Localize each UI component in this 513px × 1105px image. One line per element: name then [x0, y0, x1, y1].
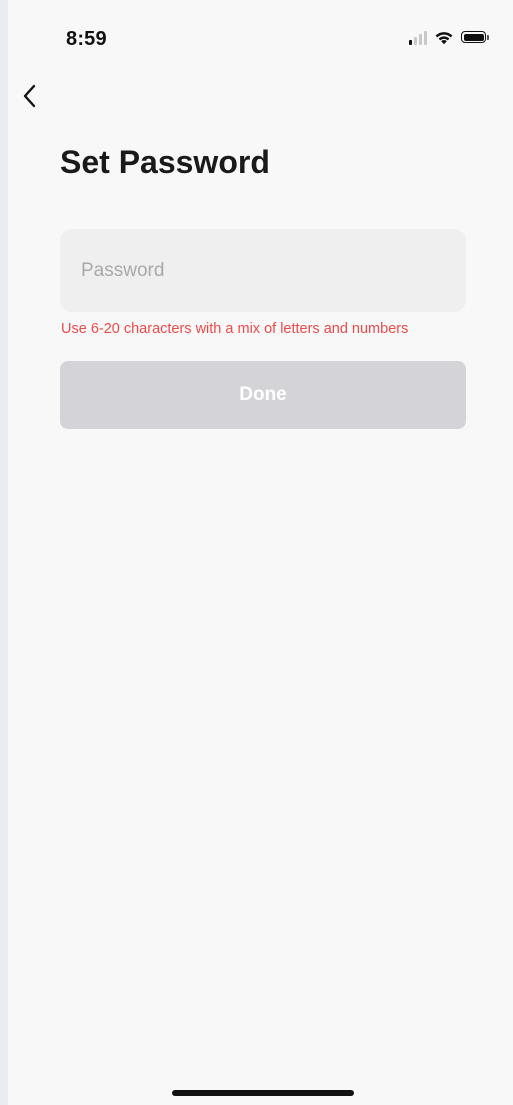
home-indicator	[172, 1090, 354, 1096]
app-screen: 8:59 Set Password Use 6-20 characters wi…	[8, 0, 513, 1105]
battery-icon	[461, 31, 489, 43]
signal-bars-icon	[409, 29, 427, 45]
password-input[interactable]	[60, 229, 466, 312]
status-bar: 8:59	[8, 0, 513, 56]
status-time: 8:59	[66, 28, 107, 50]
back-button[interactable]	[16, 82, 44, 110]
page-title: Set Password	[60, 144, 270, 180]
status-icons	[409, 29, 489, 45]
done-button[interactable]: Done	[60, 361, 466, 429]
wifi-icon	[435, 31, 453, 44]
chevron-left-icon	[23, 84, 36, 108]
password-hint: Use 6-20 characters with a mix of letter…	[61, 321, 409, 337]
